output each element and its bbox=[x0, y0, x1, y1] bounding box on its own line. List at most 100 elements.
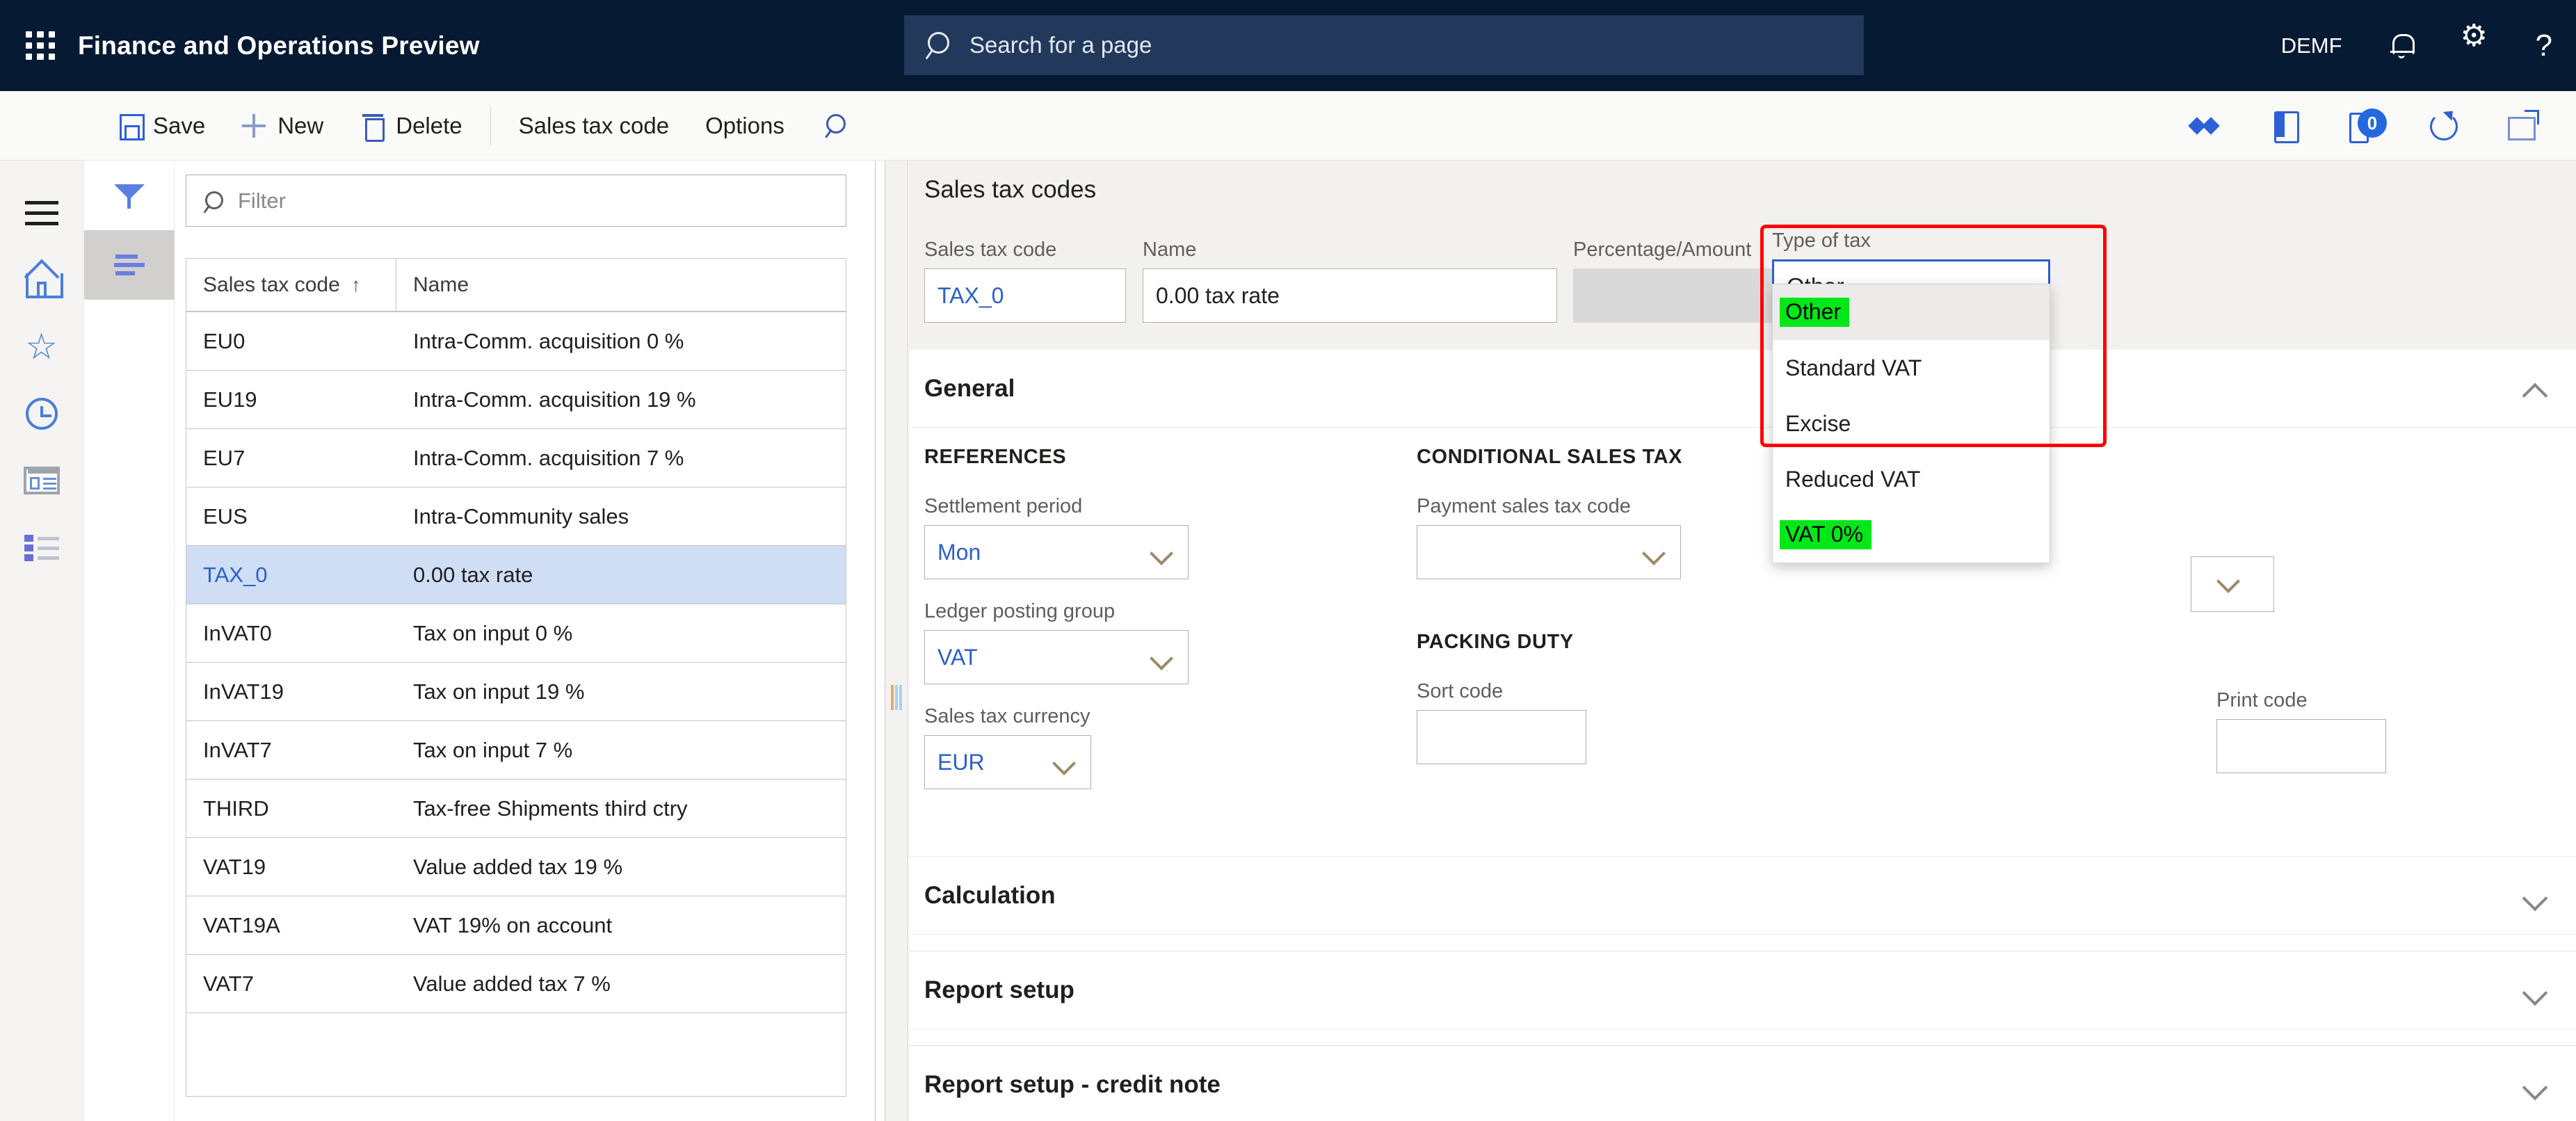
dropdown-option-standard-vat[interactable]: Standard VAT bbox=[1773, 340, 2050, 396]
chevron-down-icon bbox=[2219, 574, 2239, 586]
dropdown-option-other[interactable]: Other bbox=[1773, 284, 2050, 340]
dropdown-option-vat-0[interactable]: VAT 0% bbox=[1773, 507, 2050, 563]
field-name: Name 0.00 tax rate bbox=[1143, 239, 1557, 323]
nav-modules[interactable] bbox=[0, 514, 83, 581]
section-header-report-setup[interactable]: Report setup bbox=[909, 951, 2576, 1029]
field-sort-code: Sort code bbox=[1417, 680, 1586, 764]
chevron-down-icon bbox=[1152, 652, 1173, 663]
settlement-period-value: Mon bbox=[937, 539, 981, 565]
sort-code-input[interactable] bbox=[1417, 710, 1586, 764]
table-row[interactable]: EUS Intra-Community sales bbox=[186, 487, 846, 546]
dropdown-option-label: Other bbox=[1780, 298, 1850, 327]
section-header-general[interactable]: General bbox=[909, 350, 2576, 428]
global-search-input[interactable]: Search for a page bbox=[904, 15, 1864, 75]
home-icon bbox=[24, 265, 63, 298]
share-icon[interactable] bbox=[2189, 110, 2221, 142]
section-header-calculation[interactable]: Calculation bbox=[909, 857, 2576, 935]
table-row[interactable]: VAT7 Value added tax 7 % bbox=[186, 955, 846, 1013]
cell-name: Intra-Comm. acquisition 7 % bbox=[413, 445, 684, 470]
table-row[interactable]: VAT19 Value added tax 19 % bbox=[186, 838, 846, 896]
settlement-period-select[interactable]: Mon bbox=[924, 525, 1189, 579]
filter-input[interactable]: Filter bbox=[186, 175, 846, 227]
tab-sales-tax-code[interactable]: Sales tax code bbox=[501, 91, 687, 161]
clock-icon bbox=[25, 398, 58, 430]
group-label-references: REFERENCES bbox=[924, 446, 1067, 468]
action-pane: Save New Delete Sales tax code Options 0 bbox=[0, 91, 2576, 161]
table-row[interactable]: EU7 Intra-Comm. acquisition 7 % bbox=[186, 429, 846, 487]
cell-name: Tax on input 7 % bbox=[413, 737, 573, 762]
table-row-selected[interactable]: TAX_0 0.00 tax rate bbox=[186, 546, 846, 604]
cell-name: VAT 19% on account bbox=[413, 912, 613, 937]
sales-tax-currency-select[interactable]: EUR bbox=[924, 735, 1091, 789]
tab-options[interactable]: Options bbox=[687, 91, 803, 161]
help-button[interactable]: ? bbox=[2512, 0, 2576, 91]
attachments-icon[interactable]: 0 bbox=[2348, 108, 2387, 143]
field-settlement-period: Settlement period Mon bbox=[924, 495, 1189, 579]
dropdown-option-label: VAT 0% bbox=[1780, 520, 1872, 549]
section-report-setup-credit-note: Report setup - credit note bbox=[909, 1045, 2576, 1121]
app-launcher-icon[interactable] bbox=[19, 25, 61, 67]
nav-home[interactable] bbox=[0, 247, 83, 314]
table-row[interactable]: THIRD Tax-free Shipments third ctry bbox=[186, 780, 846, 838]
cell-sales-tax-code: EU0 bbox=[203, 328, 245, 353]
delete-button[interactable]: Delete bbox=[341, 91, 480, 161]
payment-sales-tax-code-select[interactable] bbox=[1417, 525, 1681, 579]
attachment-count-badge: 0 bbox=[2358, 108, 2387, 138]
cell-sales-tax-code: VAT19 bbox=[203, 854, 266, 879]
settings-button[interactable] bbox=[2437, 0, 2512, 91]
section-header-report-setup-credit-note[interactable]: Report setup - credit note bbox=[909, 1046, 2576, 1121]
chevron-down-icon bbox=[1644, 547, 1665, 558]
splitter-grip-handle[interactable] bbox=[891, 685, 902, 710]
form-header-area: Sales tax codes Sales tax code TAX_0 Nam… bbox=[909, 161, 2576, 350]
field-print-code: Print code bbox=[2216, 689, 2481, 773]
chevron-down-icon bbox=[2526, 889, 2548, 902]
notifications-button[interactable] bbox=[2366, 0, 2437, 91]
nav-workspaces[interactable] bbox=[0, 447, 83, 514]
section-title: General bbox=[924, 374, 1015, 402]
sort-ascending-icon: ↑ bbox=[351, 273, 361, 296]
delete-label: Delete bbox=[396, 112, 462, 138]
open-in-new-window-icon[interactable] bbox=[2506, 110, 2539, 142]
column-header-name[interactable]: Name bbox=[396, 259, 846, 311]
field-payment-sales-tax-code: Payment sales tax code bbox=[1417, 495, 1681, 579]
pane-splitter[interactable] bbox=[885, 161, 908, 1121]
cell-name: Value added tax 7 % bbox=[413, 971, 611, 996]
section-report-setup: Report setup bbox=[909, 951, 2576, 1040]
table-row[interactable]: EU0 Intra-Comm. acquisition 0 % bbox=[186, 312, 846, 371]
toolbar-search-icon[interactable] bbox=[823, 113, 850, 139]
cell-sales-tax-code: EU7 bbox=[203, 445, 245, 470]
app-root: Finance and Operations Preview Search fo… bbox=[0, 0, 2576, 1121]
column-header-sales-tax-code[interactable]: Sales tax code ↑ bbox=[186, 259, 396, 311]
list-view-toggle[interactable] bbox=[84, 230, 175, 300]
dropdown-option-excise[interactable]: Excise bbox=[1773, 396, 2050, 451]
app-title: Finance and Operations Preview bbox=[78, 31, 480, 60]
question-mark-icon: ? bbox=[2535, 28, 2552, 63]
nav-recent[interactable] bbox=[0, 380, 83, 447]
table-row[interactable]: InVAT7 Tax on input 7 % bbox=[186, 721, 846, 780]
table-row[interactable]: VAT19A VAT 19% on account bbox=[186, 896, 846, 955]
modules-icon bbox=[24, 533, 59, 561]
field-label: Ledger posting group bbox=[924, 600, 1116, 622]
table-row[interactable]: InVAT19 Tax on input 19 % bbox=[186, 663, 846, 721]
new-button[interactable]: New bbox=[223, 91, 341, 161]
company-selector[interactable]: DEMF bbox=[2257, 0, 2366, 91]
table-row[interactable]: EU19 Intra-Comm. acquisition 19 % bbox=[186, 371, 846, 429]
print-code-input[interactable] bbox=[2216, 719, 2386, 773]
detail-pane: Sales tax codes Sales tax code TAX_0 Nam… bbox=[909, 161, 2576, 1121]
chevron-down-icon bbox=[2526, 1079, 2548, 1091]
sales-tax-code-input[interactable]: TAX_0 bbox=[924, 268, 1126, 323]
open-pane-icon[interactable] bbox=[2269, 110, 2301, 143]
cell-sales-tax-code: InVAT7 bbox=[203, 737, 272, 762]
cell-sales-tax-code: VAT19A bbox=[203, 912, 280, 937]
nav-favorites[interactable]: ☆ bbox=[0, 314, 83, 380]
nav-menu-button[interactable] bbox=[0, 180, 83, 247]
dropdown-option-reduced-vat[interactable]: Reduced VAT bbox=[1773, 451, 2050, 507]
filter-pane-toggle[interactable] bbox=[84, 161, 175, 230]
section-title: Report setup - credit note bbox=[924, 1070, 1221, 1098]
table-row[interactable]: InVAT0 Tax on input 0 % bbox=[186, 604, 846, 663]
name-input[interactable]: 0.00 tax rate bbox=[1143, 268, 1557, 323]
cell-sales-tax-code: EU19 bbox=[203, 387, 257, 412]
save-button[interactable]: Save bbox=[99, 91, 223, 161]
ledger-posting-group-select[interactable]: VAT bbox=[924, 630, 1189, 684]
refresh-icon[interactable] bbox=[2427, 110, 2459, 142]
